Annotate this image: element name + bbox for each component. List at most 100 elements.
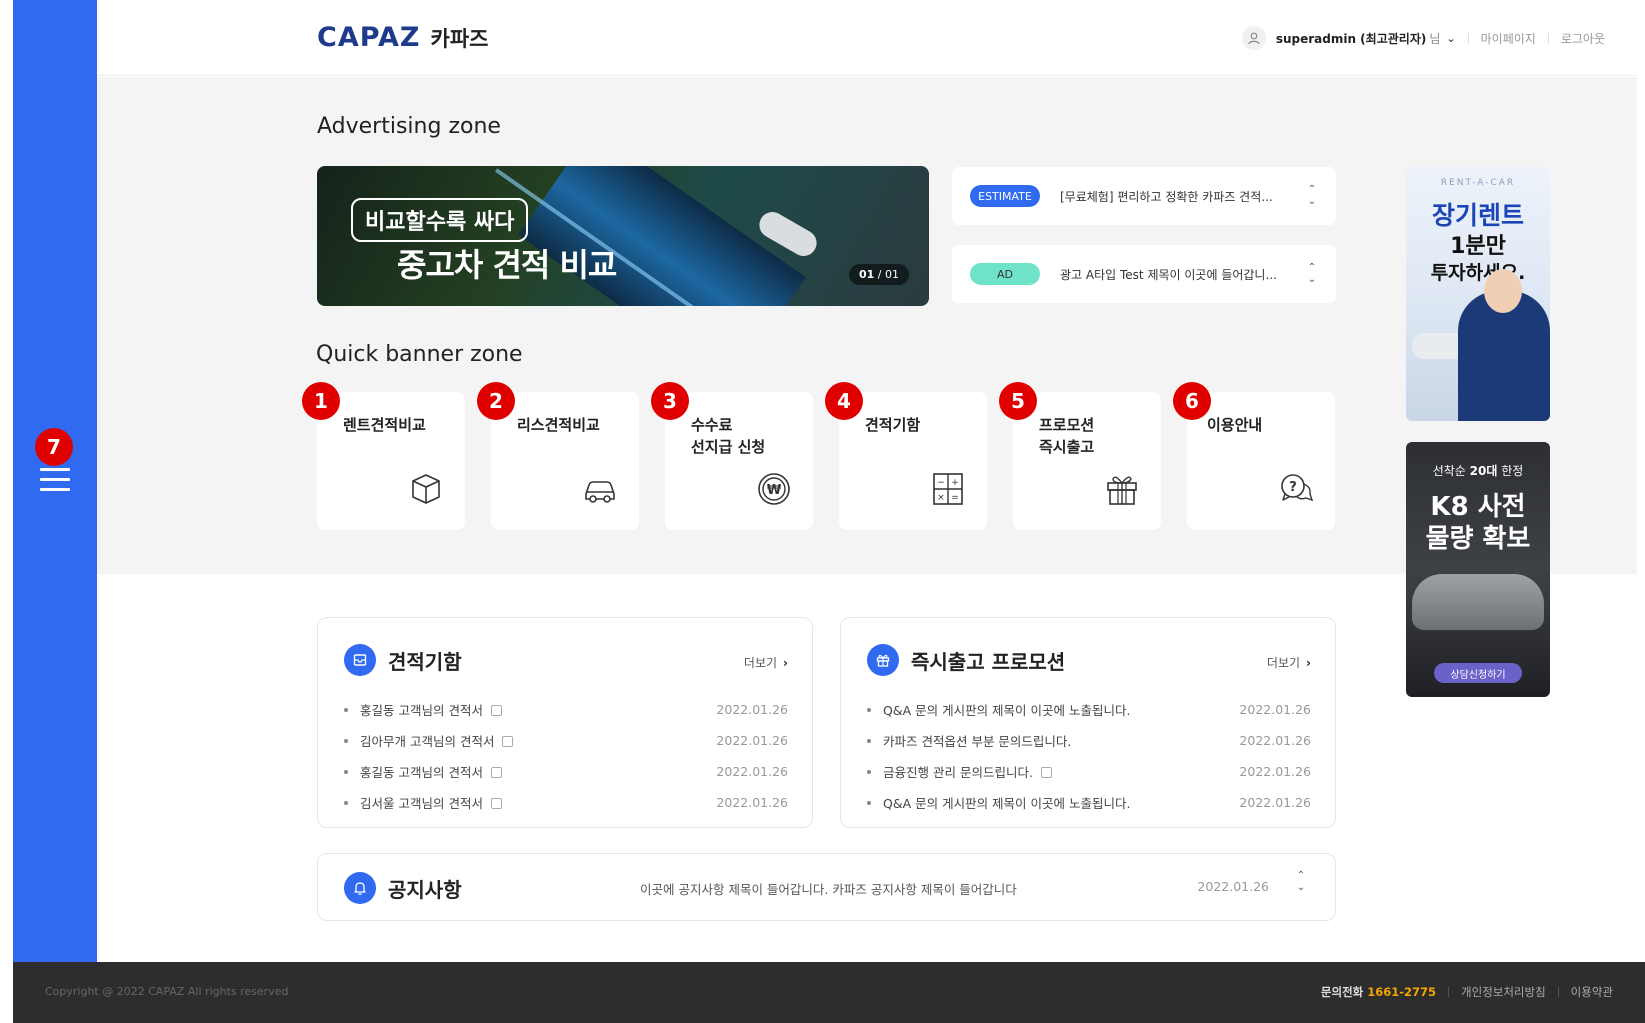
up-down-arrows-icon[interactable]: ⌃ ⌄ [1304, 184, 1320, 208]
ad-row-text[interactable]: 광고 A타입 Test 제목이 이곳에 들어갑니... [1060, 266, 1304, 283]
notice-title: 공지사항 [388, 877, 462, 902]
user-name[interactable]: superadmin (최고관리자) [1276, 30, 1427, 47]
quick-banner-label-line1: 견적기함 [865, 416, 921, 434]
side-ad-2-line2: 물량 확보 [1425, 524, 1531, 554]
chevron-right-icon: › [783, 656, 788, 670]
list-item[interactable]: Q&A 문의 게시판의 제목이 이곳에 노출됩니다. 2022.01.26 [867, 694, 1311, 725]
user-area: superadmin (최고관리자) 님 ⌄ 마이페이지 로그아웃 [1241, 26, 1605, 50]
chevron-down-icon[interactable]: ⌄ [1446, 32, 1455, 45]
svg-text:=: = [951, 493, 959, 503]
ad-tag: AD [970, 263, 1040, 285]
quick-banner-estimate-box[interactable]: 견적기함 − + × = [839, 392, 987, 530]
gift-icon [1107, 476, 1137, 505]
box-icon [412, 474, 440, 504]
gift-icon [867, 644, 899, 676]
list-item[interactable]: 김아무개 고객님의 견적서 2022.01.26 [344, 725, 788, 756]
side-ad-long-rent[interactable]: RENT-A-CAR 장기렌트 1분만 투자하세요. [1406, 166, 1550, 421]
list-item-text: 김아무개 고객님의 견적서 [360, 734, 495, 749]
bullet [867, 769, 871, 774]
quick-banner-lease-compare[interactable]: 리스견적비교 [491, 392, 639, 530]
quick-banner-label: 수수료 선지급 신청 [691, 414, 765, 458]
side-ad-2-car-graphic [1412, 574, 1544, 630]
list-item-text-wrap: 김서울 고객님의 견적서 [360, 793, 716, 812]
ad-row-estimate[interactable]: ESTIMATE [무료체험] 편리하고 정확한 카파즈 견적... ⌃ ⌄ [952, 167, 1336, 225]
quick-banner-fee-advance[interactable]: 수수료 선지급 신청 ₩ [665, 392, 813, 530]
side-ad-2-caption-post: 한정 [1497, 464, 1524, 478]
side-ad-2-caption: 선착순 20대 한정 [1406, 462, 1550, 479]
quick-banner-rent-compare[interactable]: 렌트견적비교 [317, 392, 465, 530]
badge-4: 4 [825, 382, 863, 420]
list-item[interactable]: 카파즈 견적옵션 부분 문의드립니다. 2022.01.26 [867, 725, 1311, 756]
more-label: 더보기 [1266, 656, 1301, 670]
quick-banner-guide[interactable]: 이용안내 ? [1187, 392, 1335, 530]
side-ad-1-line2: 1분만 [1450, 234, 1506, 259]
list-item-date: 2022.01.26 [1239, 795, 1311, 810]
top-header: CAPAZ 카파즈 superadmin (최고관리자) 님 ⌄ 마이페이지 로… [97, 0, 1637, 76]
divider [1557, 987, 1559, 997]
list-item-text: 홍길동 고객님의 견적서 [360, 703, 483, 718]
logout-link[interactable]: 로그아웃 [1561, 30, 1605, 47]
list-item-text-wrap: 김아무개 고객님의 견적서 [360, 731, 716, 750]
hamburger-menu-icon[interactable] [40, 468, 70, 492]
side-ad-k8[interactable]: 선착순 20대 한정 K8 사전 물량 확보 상담신청하기 [1406, 442, 1550, 697]
phone-number: 1661-2775 [1367, 985, 1437, 999]
quick-banner-label-line2: 선지급 신청 [691, 438, 766, 456]
list-item-text: Q&A 문의 게시판의 제목이 이곳에 노출됩니다. [883, 796, 1131, 811]
mypage-link[interactable]: 마이페이지 [1481, 30, 1536, 47]
side-ad-1-line3: 투자하세요. [1430, 262, 1526, 284]
list-item-text: 김서울 고객님의 견적서 [360, 796, 483, 811]
copyright: Copyright @ 2022 CAPAZ All rights reserv… [45, 985, 289, 998]
notice-text[interactable]: 이곳에 공지사항 제목이 들어갑니다. 카파즈 공지사항 제목이 들어갑니다 [640, 879, 1017, 898]
list-item-date: 2022.01.26 [716, 795, 788, 810]
badge-6: 6 [1173, 382, 1211, 420]
logo[interactable]: CAPAZ 카파즈 [317, 22, 488, 53]
bullet [344, 738, 348, 743]
more-link[interactable]: 더보기 › [744, 654, 788, 671]
ad-row-ad[interactable]: AD 광고 A타입 Test 제목이 이곳에 들어갑니... ⌃ ⌄ [952, 245, 1336, 303]
chevron-right-icon: › [1306, 656, 1311, 670]
list-item[interactable]: 금융진행 관리 문의드립니다. 2022.01.26 [867, 756, 1311, 787]
quick-banner-label-line1: 이용안내 [1207, 416, 1263, 434]
more-label: 더보기 [743, 656, 778, 670]
list-item[interactable]: Q&A 문의 게시판의 제목이 이곳에 노출됩니다. 2022.01.26 [867, 787, 1311, 818]
user-suffix: 님 [1429, 31, 1441, 46]
divider [1467, 32, 1469, 44]
consult-request-button[interactable]: 상담신청하기 [1434, 663, 1522, 683]
inbox-icon [344, 644, 376, 676]
up-down-arrows-icon[interactable]: ⌃ ⌄ [1304, 262, 1320, 286]
quick-banner-zone-title: Quick banner zone [316, 342, 523, 367]
side-ad-1-caption: RENT-A-CAR [1440, 178, 1516, 188]
badge-2: 2 [477, 382, 515, 420]
more-link[interactable]: 더보기 › [1267, 654, 1311, 671]
hero-bubble-text: 비교할수록 싸다 [351, 198, 529, 242]
divider [1547, 32, 1549, 44]
divider [1448, 987, 1450, 997]
list-item-text-wrap: 홍길동 고객님의 견적서 [360, 700, 716, 719]
list-item[interactable]: 홍길동 고객님의 견적서 2022.01.26 [344, 694, 788, 725]
side-ad-1-face-graphic [1484, 269, 1522, 313]
list-item-date: 2022.01.26 [1239, 702, 1311, 717]
list-item-text: 카파즈 견적옵션 부분 문의드립니다. [883, 734, 1072, 749]
won-coin-icon: ₩ [758, 473, 790, 505]
footer: Copyright @ 2022 CAPAZ All rights reserv… [13, 962, 1645, 1023]
bullet [867, 800, 871, 805]
quick-banner-label: 이용안내 [1207, 414, 1262, 436]
hero-pager: 01 / 01 [848, 264, 909, 285]
terms-link[interactable]: 이용약관 [1571, 984, 1613, 1000]
up-down-arrows-icon[interactable]: ⌃ ⌄ [1293, 870, 1309, 894]
side-ad-2-caption-bold: 20대 [1469, 464, 1498, 478]
ad-row-text[interactable]: [무료체험] 편리하고 정확한 카파즈 견적... [1060, 188, 1304, 205]
hero-banner[interactable]: 비교할수록 싸다 중고차 견적 비교 01 / 01 [317, 166, 929, 306]
document-icon [490, 705, 502, 716]
footer-links: 문의전화 1661-2775 개인정보처리방침 이용약관 [1321, 984, 1613, 1000]
list-item[interactable]: 김서울 고객님의 견적서 2022.01.26 [344, 787, 788, 818]
calculator-icon: − + × = [933, 473, 963, 505]
card-title: 견적기함 [388, 649, 462, 674]
quick-banner-label: 견적기함 [865, 414, 920, 436]
list-item-text-wrap: 홍길동 고객님의 견적서 [360, 762, 716, 781]
document-icon [502, 736, 514, 747]
quick-banner-promotion[interactable]: 프로모션 즉시출고 [1013, 392, 1161, 530]
list-item[interactable]: 홍길동 고객님의 견적서 2022.01.26 [344, 756, 788, 787]
sidebar: 7 [13, 0, 97, 962]
privacy-policy-link[interactable]: 개인정보처리방침 [1461, 984, 1546, 1000]
